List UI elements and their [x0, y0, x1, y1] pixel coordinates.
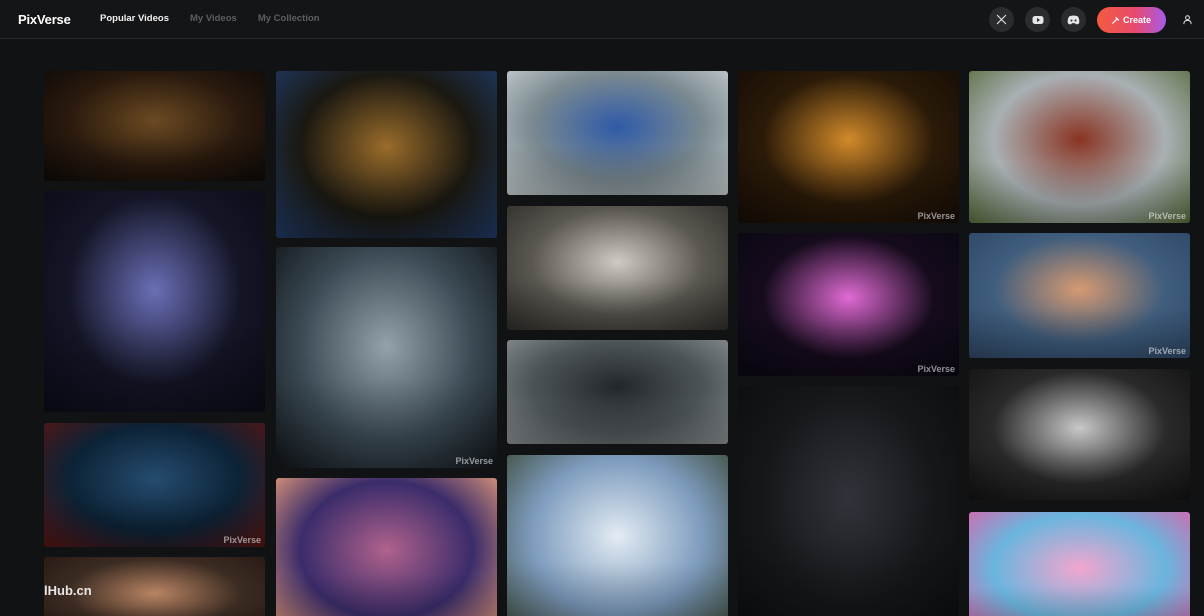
video-card-train-village[interactable]: PixVerse — [969, 71, 1190, 223]
pixverse-logo[interactable]: PixVerse — [18, 12, 71, 27]
create-button[interactable]: Create — [1097, 6, 1166, 33]
video-card-purple-sunset-clouds[interactable] — [276, 478, 497, 616]
video-thumbnail — [738, 71, 959, 223]
video-thumbnail — [507, 455, 728, 616]
pixverse-watermark: PixVerse — [455, 456, 493, 466]
brush-icon — [1112, 16, 1120, 24]
video-thumbnail — [507, 206, 728, 330]
user-icon — [1183, 15, 1192, 25]
video-card-pink-dog-beach[interactable] — [969, 512, 1190, 616]
video-thumbnail — [969, 233, 1190, 358]
video-thumbnail — [969, 369, 1190, 500]
video-thumbnail — [44, 71, 265, 181]
video-thumbnail — [507, 71, 728, 195]
video-card-cartoon-girl[interactable]: PixVerse — [969, 233, 1190, 358]
video-thumbnail — [44, 191, 265, 412]
nav-my-videos[interactable]: My Videos — [190, 13, 237, 24]
video-thumbnail — [276, 71, 497, 238]
header-actions: Create — [989, 0, 1204, 39]
video-card-bluebird-water[interactable] — [507, 71, 728, 195]
watermark-overlay-text: lHub.cn — [44, 583, 92, 598]
create-label: Create — [1122, 14, 1151, 25]
video-thumbnail — [738, 386, 959, 616]
top-navigation-bar: PixVerse Popular Videos My Videos My Col… — [0, 0, 1204, 39]
discord-button[interactable] — [1061, 7, 1086, 32]
pixverse-watermark: PixVerse — [1148, 346, 1186, 356]
video-card-jellyfish-blue[interactable] — [44, 191, 265, 412]
youtube-button[interactable] — [1025, 7, 1050, 32]
main-nav: Popular Videos My Videos My Collection — [100, 13, 341, 24]
pixverse-watermark: PixVerse — [223, 535, 261, 545]
nav-popular-videos[interactable]: Popular Videos — [100, 13, 169, 24]
video-card-hooded-figure-forest[interactable] — [738, 386, 959, 616]
video-card-sports-car-neon-city[interactable]: PixVerse — [44, 423, 265, 547]
video-thumbnail — [738, 233, 959, 376]
video-card-pink-jellyfish[interactable]: PixVerse — [738, 233, 959, 376]
pixverse-watermark: PixVerse — [917, 211, 955, 221]
nav-my-collection[interactable]: My Collection — [258, 13, 320, 24]
x-twitter-button[interactable] — [989, 7, 1014, 32]
video-thumbnail — [276, 247, 497, 468]
video-thumbnail — [969, 71, 1190, 223]
video-card-car-night-road[interactable] — [44, 71, 265, 181]
video-thumbnail — [276, 478, 497, 616]
video-thumbnail — [507, 340, 728, 444]
video-thumbnail — [969, 512, 1190, 616]
discord-icon — [1067, 15, 1080, 24]
video-card-perfume-bottle[interactable] — [507, 206, 728, 330]
pixverse-watermark: PixVerse — [917, 364, 955, 374]
video-card-snowy-mountains[interactable] — [507, 455, 728, 616]
video-masonry-grid: PixVerse PixVerse PixVerse PixVerse PixV… — [0, 40, 1204, 616]
video-card-sunset-lake[interactable]: PixVerse — [738, 71, 959, 223]
pixverse-watermark: PixVerse — [1148, 211, 1186, 221]
video-card-noir-couple[interactable] — [969, 369, 1190, 500]
video-card-knight-horse-village[interactable] — [507, 340, 728, 444]
video-card-woman-lake-mountains[interactable]: PixVerse — [276, 247, 497, 468]
youtube-icon — [1032, 15, 1043, 24]
video-thumbnail — [44, 423, 265, 547]
user-menu-button[interactable] — [1175, 7, 1200, 32]
x-icon — [996, 14, 1007, 25]
video-card-fairy-butterfly[interactable] — [276, 71, 497, 238]
